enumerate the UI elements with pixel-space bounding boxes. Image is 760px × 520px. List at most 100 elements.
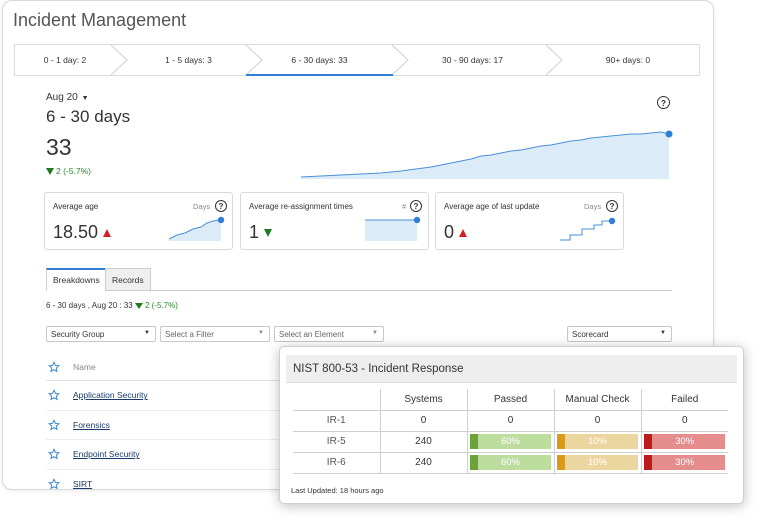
help-icon[interactable]: ? [657, 96, 670, 109]
systems-cell: 0 [379, 409, 468, 432]
scorecard-panel: NIST 800-53 - Incident Response Systems … [279, 346, 744, 504]
caret-down-icon: ▼ [258, 330, 264, 336]
help-icon[interactable]: ? [215, 200, 227, 212]
kpi-label: Average age [53, 202, 99, 211]
passed-bar: 60% [470, 434, 551, 449]
kpi-value-text: 0 [444, 222, 455, 242]
kpi-sparkline [560, 217, 616, 241]
trend-up-icon [103, 228, 112, 237]
bucket-1-5-days[interactable]: 1 - 5 days: 3 [127, 45, 250, 75]
count-delta: 2 (-5.7%) [46, 166, 91, 176]
breadcrumb-text: 6 - 30 days , Aug 20 : 33 [46, 301, 133, 310]
failed-cell: 0 [640, 409, 728, 432]
failed-cell: 30% [640, 451, 728, 474]
kpi-label: Average re-assignment times [249, 202, 353, 211]
group-select[interactable]: Security Group ▼ [46, 326, 156, 342]
failed-bar-label: 30% [675, 436, 695, 447]
passed-cell: 0 [466, 409, 555, 432]
scorecard-title: NIST 800-53 - Incident Response [286, 355, 737, 383]
manual-check-bar: 10% [557, 434, 638, 449]
row-label: IR-1 [293, 409, 381, 432]
view-select-value: Scorecard [572, 330, 609, 339]
help-icon[interactable]: ? [606, 200, 618, 212]
date-selector[interactable]: Aug 20 ▼ [46, 92, 89, 103]
passed-bar: 60% [470, 455, 551, 470]
trend-sparkline [301, 130, 673, 179]
trend-up-icon [459, 228, 468, 237]
star-icon[interactable] [48, 360, 60, 373]
manual-check-bar: 10% [557, 455, 638, 470]
group-link[interactable]: Application Security [73, 390, 148, 400]
bucket-6-30-days[interactable]: 6 - 30 days: 33 [246, 45, 393, 76]
column-header-failed: Failed [640, 389, 728, 411]
kpi-average-age[interactable]: Average age Days ? 18.50 [44, 192, 233, 250]
bucket-0-1-day[interactable]: 0 - 1 day: 2 [15, 45, 115, 75]
failed-bar-label: 30% [675, 457, 695, 468]
row-label: IR-5 [293, 430, 381, 453]
scorecard-table: Systems Passed Manual Check Failed IR-1 … [293, 389, 728, 474]
column-header-manual-check: Manual Check [553, 389, 642, 411]
element-select[interactable]: Select an Element ▼ [274, 326, 384, 342]
help-icon[interactable]: ? [410, 200, 422, 212]
kpi-unit: # [402, 202, 407, 211]
table-row[interactable]: IR-5 240 60% 10% 30% [293, 430, 728, 453]
group-link[interactable]: Endpoint Security [73, 449, 140, 459]
trend-down-icon [46, 168, 54, 175]
manual-check-cell: 10% [553, 430, 642, 453]
kpi-unit: Days [584, 202, 602, 211]
manual-check-cell: 0 [553, 409, 642, 432]
column-header-passed: Passed [466, 389, 555, 411]
kpi-value: 18.50 [53, 222, 112, 243]
caret-down-icon: ▼ [79, 95, 89, 102]
tab-records[interactable]: Records [105, 268, 151, 291]
star-icon[interactable] [48, 418, 60, 431]
manual-check-bar-label: 10% [587, 436, 607, 447]
date-selector-label: Aug 20 [46, 92, 78, 103]
passed-bar-label: 60% [500, 436, 520, 447]
column-header-systems: Systems [379, 389, 468, 411]
star-icon[interactable] [48, 389, 60, 401]
systems-cell: 240 [379, 451, 468, 474]
kpi-average-reassignment[interactable]: Average re-assignment times # ? 1 [240, 192, 429, 250]
table-row[interactable]: IR-6 240 60% 10% 30% [293, 451, 728, 474]
kpi-value: 1 [249, 222, 273, 243]
manual-check-bar-label: 10% [587, 457, 607, 468]
last-updated-text: Last Updated: 18 hours ago [291, 486, 384, 495]
column-header-empty [293, 389, 381, 411]
passed-cell: 60% [466, 430, 555, 453]
kpi-sparkline [365, 216, 421, 241]
manual-check-cell: 10% [553, 451, 642, 474]
systems-cell: 240 [379, 430, 468, 453]
kpi-average-age-last-update[interactable]: Average age of last update Days ? 0 [435, 192, 624, 250]
passed-cell: 60% [466, 451, 555, 474]
view-select[interactable]: Scorecard ▼ [567, 326, 672, 342]
failed-bar: 30% [644, 455, 726, 470]
page-title: Incident Management [13, 10, 187, 30]
kpi-value-text: 18.50 [53, 222, 99, 242]
bucket-30-90-days[interactable]: 30 - 90 days: 17 [395, 45, 550, 75]
view-tabs: Breakdowns Records [46, 268, 672, 291]
row-label: IR-6 [293, 451, 381, 474]
kpi-label: Average age of last update [444, 202, 540, 211]
age-bucket-bar: 0 - 1 day: 2 1 - 5 days: 3 6 - 30 days: … [14, 44, 700, 76]
failed-cell: 30% [640, 430, 728, 453]
caret-down-icon: ▼ [144, 330, 150, 336]
tab-breakdowns[interactable]: Breakdowns [46, 268, 107, 291]
table-row[interactable]: IR-1 0 0 0 0 [293, 409, 728, 432]
group-link[interactable]: SIRT [73, 479, 92, 489]
kpi-unit: Days [193, 202, 211, 211]
caret-down-icon: ▼ [660, 330, 666, 336]
passed-bar-label: 60% [500, 457, 520, 468]
group-link[interactable]: Forensics [73, 420, 110, 430]
range-title: 6 - 30 days [46, 107, 131, 126]
group-select-value: Security Group [51, 330, 105, 339]
filter-select[interactable]: Select a Filter ▼ [160, 326, 270, 342]
star-icon[interactable] [48, 448, 60, 460]
table-header-row: Systems Passed Manual Check Failed [293, 389, 728, 411]
star-icon[interactable] [48, 477, 60, 490]
bucket-90-plus-days[interactable]: 90+ days: 0 [555, 45, 701, 75]
failed-bar: 30% [644, 434, 726, 449]
kpi-sparkline [168, 216, 225, 241]
column-name-header: Name [73, 361, 96, 372]
breadcrumb-delta: 2 (-5.7%) [144, 301, 178, 310]
